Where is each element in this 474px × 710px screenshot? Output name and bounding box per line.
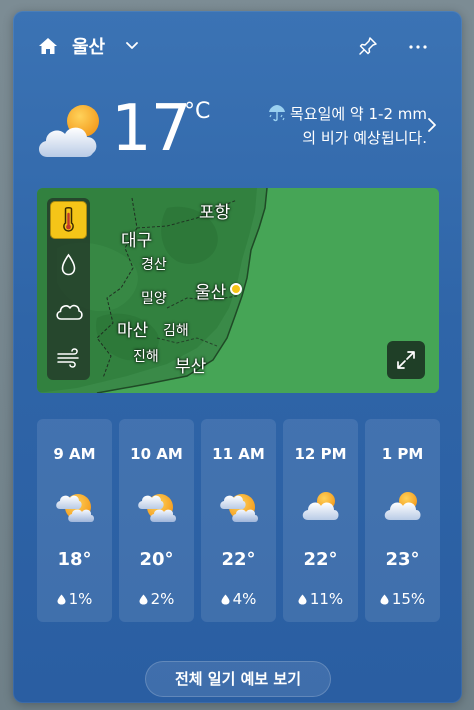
expand-map-button[interactable]: [387, 341, 425, 379]
thermometer-icon: [63, 206, 74, 232]
map-city-busan: 부산: [175, 357, 207, 377]
layer-temperature-button[interactable]: [50, 201, 87, 239]
hour-temperature: 23°: [385, 549, 420, 570]
hour-time: 10 AM: [130, 445, 183, 463]
hour-precipitation: 15%: [365, 590, 440, 608]
weather-map[interactable]: 포항 대구 경산 울산 밀양 마산 김해 진해 부산: [37, 188, 439, 393]
map-city-ulsan: 울산: [195, 283, 227, 303]
summary-line-1: 목요일에 약 1-2 mm: [289, 105, 427, 123]
hour-time: 1 PM: [381, 445, 424, 463]
hour-precipitation: 1%: [37, 590, 112, 608]
map-city-jinhae: 진해: [133, 349, 159, 365]
hour-temperature: 20°: [139, 549, 174, 570]
layer-cloud-button[interactable]: [50, 292, 87, 330]
summary-line-2: 의 비가 예상됩니다.: [302, 129, 427, 147]
chevron-right-icon[interactable]: [426, 116, 438, 134]
map-layer-selector: [47, 198, 90, 380]
map-city-gimhae: 김해: [163, 323, 189, 339]
hourly-forecast-item[interactable]: 12 PM 22° 11%: [283, 419, 358, 622]
precip-value: 1%: [68, 590, 93, 608]
hour-temperature: 22°: [221, 549, 256, 570]
hourly-forecast-item[interactable]: 10 AM 20° 2%: [119, 419, 194, 622]
hour-precipitation: 11%: [283, 590, 358, 608]
location-marker: [230, 283, 242, 295]
temperature-unit[interactable]: °C: [184, 99, 210, 124]
pin-icon[interactable]: [357, 35, 379, 57]
mostly-cloudy-icon: [384, 492, 421, 520]
hour-temperature: 18°: [57, 549, 92, 570]
map-city-miryang: 밀양: [141, 291, 167, 307]
wind-icon: [57, 348, 79, 368]
hour-precipitation: 2%: [119, 590, 194, 608]
map-city-gyeongsan: 경산: [141, 257, 167, 273]
water-drop-icon: [61, 253, 76, 276]
precip-value: 2%: [150, 590, 175, 608]
map-city-masan: 마산: [117, 321, 149, 341]
map-city-pohang: 포항: [199, 203, 231, 223]
layer-precipitation-button[interactable]: [50, 246, 87, 284]
rain-drop-icon: [380, 594, 389, 605]
hour-time: 11 AM: [212, 445, 265, 463]
hour-precipitation: 4%: [201, 590, 276, 608]
location-name[interactable]: 울산: [72, 33, 105, 59]
chevron-down-icon[interactable]: [124, 39, 140, 53]
widget-header: 울산: [13, 11, 462, 71]
map-city-daegu: 대구: [121, 231, 153, 251]
hourly-forecast-item[interactable]: 9 AM 18° 1%: [37, 419, 112, 622]
hour-time: 12 PM: [294, 445, 347, 463]
rain-drop-icon: [221, 594, 230, 605]
rain-drop-icon: [139, 594, 148, 605]
partly-sunny-icon: [220, 494, 258, 522]
home-icon[interactable]: [38, 37, 58, 55]
hourly-forecast-item[interactable]: 11 AM 22° 4%: [201, 419, 276, 622]
more-options-icon[interactable]: [408, 45, 428, 49]
mostly-cloudy-icon: [302, 492, 339, 520]
precip-value: 11%: [309, 590, 344, 608]
partly-sunny-icon: [38, 105, 99, 157]
precipitation-summary[interactable]: 목요일에 약 1-2 mm 의 비가 예상됩니다.: [227, 102, 427, 150]
current-temperature: 17: [111, 92, 191, 166]
weather-widget: 울산 17 °C 목요일에 약 1-2 mm 의 비가 예상됩니다. 포항 대구…: [13, 11, 462, 703]
partly-sunny-icon: [56, 494, 94, 522]
expand-icon: [397, 351, 415, 369]
hour-time: 9 AM: [53, 445, 96, 463]
partly-sunny-icon: [138, 494, 176, 522]
precip-value: 15%: [391, 590, 426, 608]
full-forecast-button[interactable]: 전체 일기 예보 보기: [145, 661, 331, 697]
hourly-forecast-item[interactable]: 1 PM 23° 15%: [365, 419, 440, 622]
rain-drop-icon: [298, 594, 307, 605]
rain-drop-icon: [57, 594, 66, 605]
layer-wind-button[interactable]: [50, 338, 87, 376]
hour-temperature: 22°: [303, 549, 338, 570]
umbrella-rain-icon: [268, 105, 285, 122]
precip-value: 4%: [232, 590, 257, 608]
cloud-icon: [56, 304, 83, 320]
